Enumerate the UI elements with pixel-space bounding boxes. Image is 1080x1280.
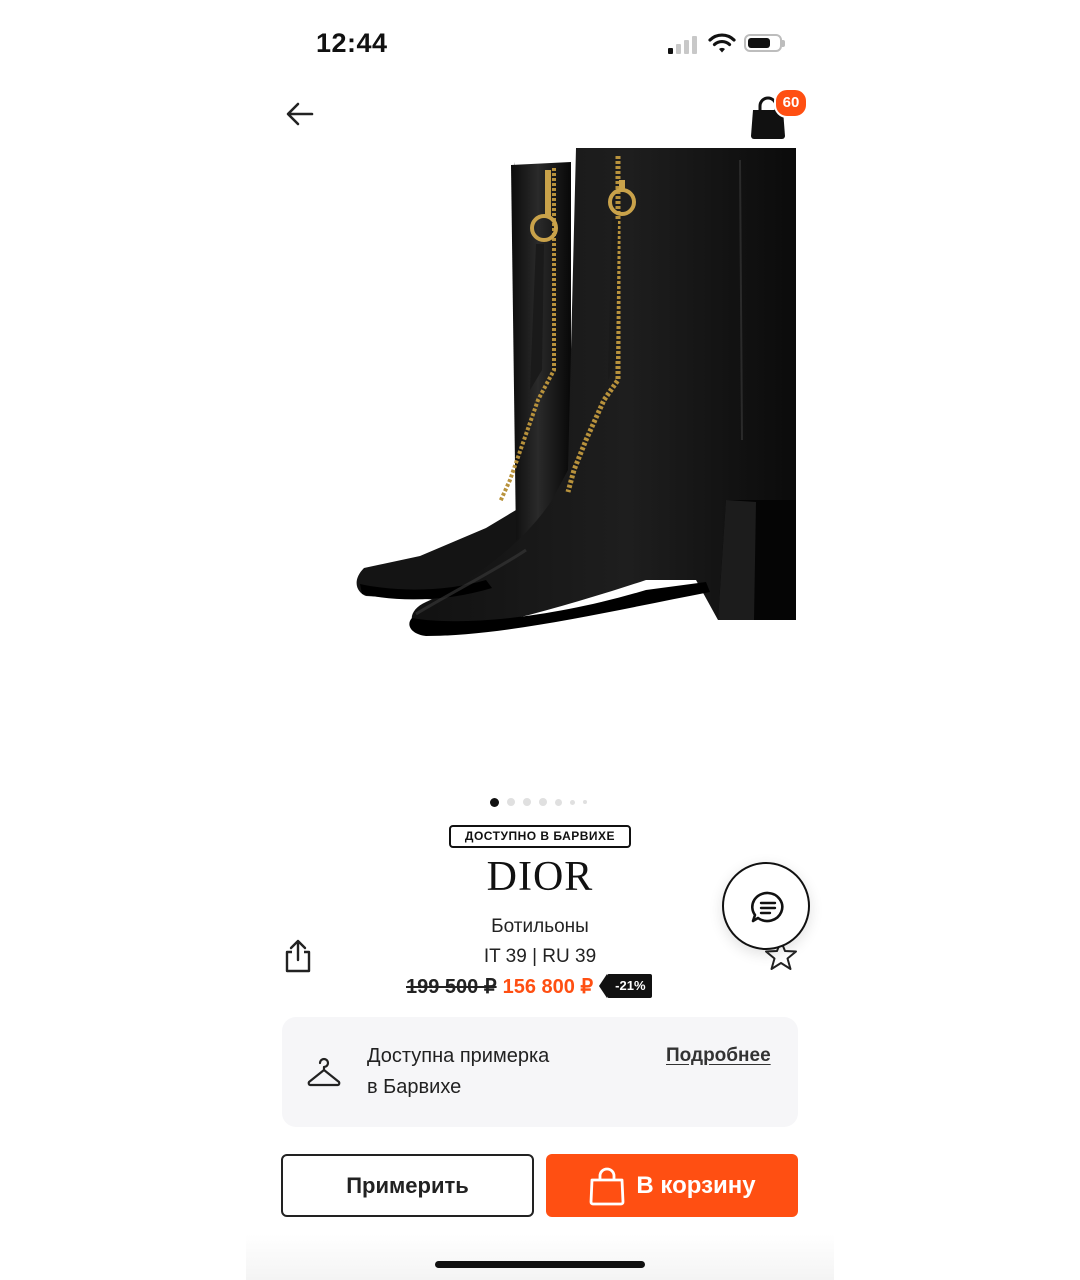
price-block: 199 500 ₽ 156 800 ₽ -21% <box>406 972 652 1000</box>
sale-price: 156 800 ₽ <box>502 975 594 998</box>
old-price: 199 500 ₽ <box>406 975 497 998</box>
add-to-cart-button[interactable]: В корзину <box>546 1154 798 1217</box>
discount-badge: -21% <box>599 974 652 998</box>
try-on-button[interactable]: Примерить <box>281 1154 534 1217</box>
battery-icon <box>744 34 785 52</box>
page-dot[interactable] <box>523 798 531 806</box>
wifi-icon <box>708 33 736 53</box>
gallery-pagination[interactable] <box>490 797 587 807</box>
page-dot[interactable] <box>507 798 515 806</box>
cart-count-badge: 60 <box>774 88 808 118</box>
share-icon[interactable] <box>282 938 314 974</box>
page-dot[interactable] <box>539 798 547 806</box>
product-size: IT 39 | RU 39 <box>483 946 597 967</box>
cart-button[interactable]: 60 <box>746 88 808 139</box>
phone-screen: 12:44 60 ДОСТУПНО В БАРВИХЕ DIOR Ботильо… <box>246 0 834 1280</box>
product-image[interactable] <box>286 140 796 670</box>
cellular-signal-icon <box>668 34 698 54</box>
page-dot[interactable] <box>583 800 587 804</box>
add-to-cart-label: В корзину <box>636 1171 756 1199</box>
shopping-bag-icon <box>589 1167 625 1205</box>
availability-badge: ДОСТУПНО В БАРВИХЕ <box>449 825 631 848</box>
page-dot[interactable] <box>570 799 575 805</box>
status-time: 12:44 <box>316 28 388 58</box>
status-bar: 12:44 <box>246 0 834 80</box>
details-link[interactable]: Подробнее <box>666 1045 771 1067</box>
bottom-fade <box>246 1234 834 1280</box>
fitting-info-card: Доступна примерка в Барвихе Подробнее <box>282 1017 798 1127</box>
hanger-icon <box>307 1057 341 1087</box>
page-dot[interactable] <box>490 797 499 807</box>
home-indicator[interactable] <box>435 1261 645 1268</box>
chat-icon <box>751 891 784 923</box>
fitting-text-line1: Доступна примерка <box>367 1045 550 1067</box>
page-dot[interactable] <box>555 798 562 806</box>
back-arrow-icon[interactable] <box>282 96 318 132</box>
fitting-text: Доступна примерка в Барвихе <box>367 1041 597 1103</box>
fitting-text-line2: в Барвихе <box>367 1076 462 1098</box>
chat-button[interactable] <box>722 862 810 950</box>
